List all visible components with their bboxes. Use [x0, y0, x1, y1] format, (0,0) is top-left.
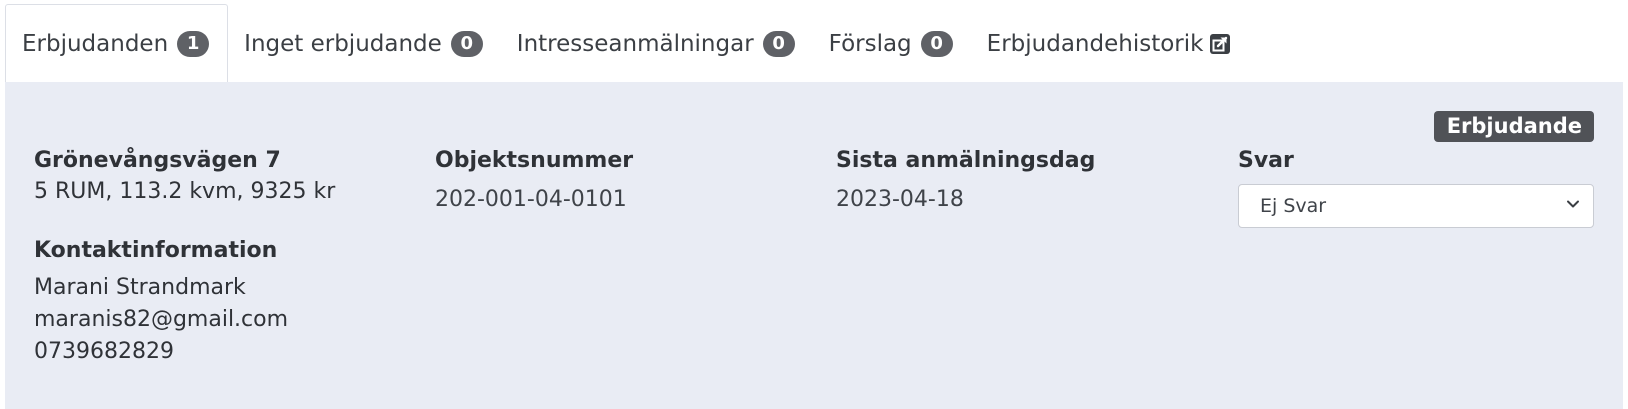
- tab-erbjudanden[interactable]: Erbjudanden 1: [5, 4, 229, 83]
- property-column: Grönevångsvägen 7 5 RUM, 113.2 kvm, 9325…: [34, 146, 335, 368]
- offer-type-badge: Erbjudande: [1433, 111, 1594, 142]
- object-number-value: 202-001-04-0101: [435, 187, 627, 212]
- tab-label: Erbjudandehistorik: [986, 30, 1204, 57]
- deadline-label: Sista anmälningsdag: [836, 148, 1096, 173]
- property-address: Grönevångsvägen 7: [34, 148, 281, 173]
- property-details: 5 RUM, 113.2 kvm, 9325 kr: [34, 179, 336, 204]
- contact-email: maranis82@gmail.com: [34, 307, 289, 332]
- tab-count-badge: 0: [762, 30, 795, 57]
- tab-count-badge: 0: [450, 30, 483, 57]
- tab-label: Förslag: [828, 30, 912, 57]
- contact-phone: 0739682829: [34, 339, 174, 364]
- offer-panel: Erbjudande Grönevångsvägen 7 5 RUM, 113.…: [5, 82, 1623, 409]
- tab-label: Erbjudanden: [22, 30, 169, 57]
- tab-label: Inget erbjudande: [244, 30, 442, 57]
- object-number-label: Objektsnummer: [435, 148, 634, 173]
- tab-forslag[interactable]: Förslag 0: [813, 4, 971, 83]
- chevron-down-icon: [1565, 195, 1581, 217]
- object-number-column: Objektsnummer 202-001-04-0101: [435, 146, 633, 216]
- contact-name: Marani Strandmark: [34, 275, 246, 300]
- tab-label: Intresseanmälningar: [516, 30, 754, 57]
- tab-bar: Erbjudanden 1 Inget erbjudande 0 Intress…: [5, 4, 1623, 83]
- deadline-column: Sista anmälningsdag 2023-04-18: [836, 146, 1095, 216]
- reply-label: Svar: [1238, 148, 1294, 173]
- tab-inget-erbjudande[interactable]: Inget erbjudande 0: [228, 4, 501, 83]
- tab-erbjudandehistorik[interactable]: Erbjudandehistorik: [971, 4, 1250, 83]
- tab-count-badge: 1: [177, 30, 210, 57]
- contact-label: Kontaktinformation: [34, 238, 278, 263]
- reply-column: Svar Ej Svar: [1238, 146, 1594, 228]
- deadline-value: 2023-04-18: [836, 187, 964, 212]
- tab-intresseanmalningar[interactable]: Intresseanmälningar 0: [501, 4, 813, 83]
- reply-select[interactable]: Ej Svar: [1238, 184, 1594, 228]
- reply-selected-value: Ej Svar: [1260, 195, 1327, 217]
- tab-count-badge: 0: [920, 30, 953, 57]
- external-link-icon: [1209, 33, 1231, 55]
